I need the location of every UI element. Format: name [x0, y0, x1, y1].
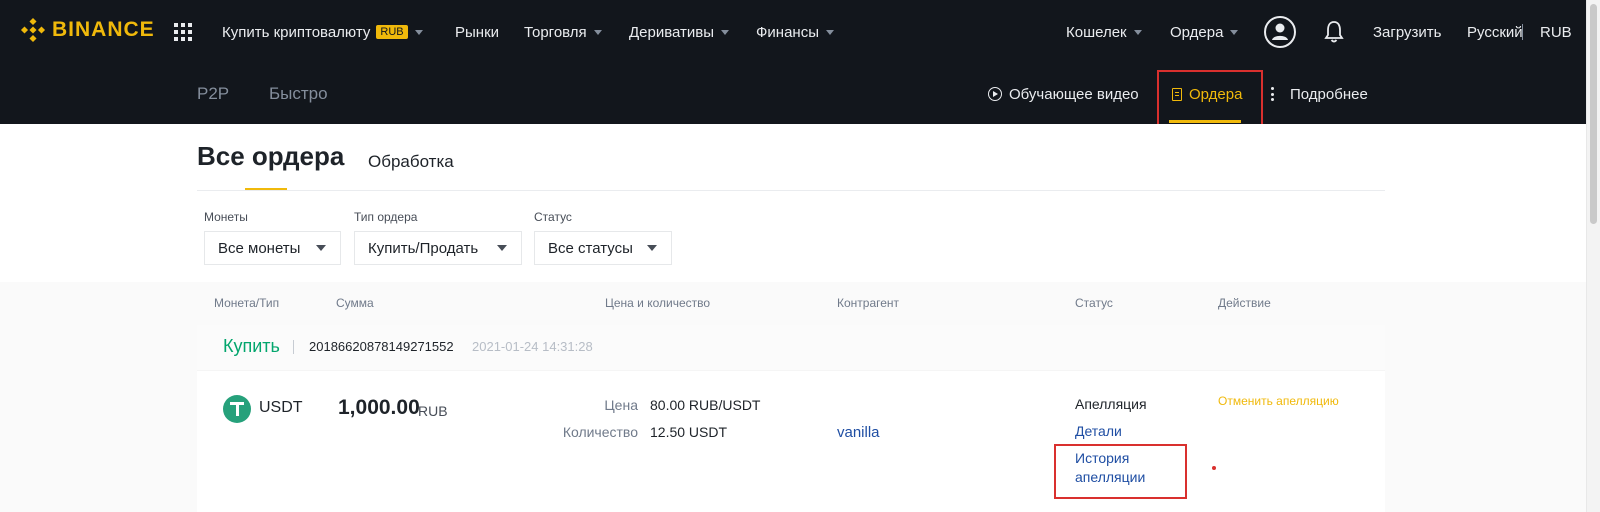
nav-wallet-label: Кошелек: [1066, 23, 1127, 41]
coins-filter-label: Монеты: [204, 210, 248, 224]
details-link[interactable]: Детали: [1075, 423, 1122, 439]
chevron-down-icon: [414, 29, 423, 35]
caret-down-icon: [497, 245, 507, 251]
chevron-down-icon: [1230, 29, 1239, 35]
chevron-down-icon: [1133, 29, 1142, 35]
column-header-action: Действие: [1218, 296, 1271, 310]
tab-processing[interactable]: Обработка: [368, 152, 454, 172]
more-menu[interactable]: Подробнее: [1270, 64, 1368, 124]
order-time: 2021-01-24 14:31:28: [472, 339, 593, 354]
rub-badge: RUB: [376, 25, 408, 39]
chevron-down-icon: [721, 29, 730, 35]
column-header-status: Статус: [1075, 296, 1113, 310]
status-select[interactable]: Все статусы: [534, 231, 672, 265]
nav-markets-label: Рынки: [455, 23, 500, 41]
order-type-filter-label: Тип ордера: [354, 210, 418, 224]
user-icon-glyph: [1272, 23, 1288, 40]
binance-logo[interactable]: BINANCE: [20, 14, 155, 46]
top-navbar: BINANCE Купить криптовалюту RUB Рынки То…: [0, 0, 1600, 64]
chevron-down-icon: [825, 29, 834, 35]
nav-language[interactable]: Русский: [1467, 0, 1523, 64]
nav-wallet[interactable]: Кошелек: [1066, 0, 1142, 64]
nav-markets[interactable]: Рынки: [455, 0, 499, 64]
marker-dot: [1212, 466, 1216, 470]
status-select-value: Все статусы: [548, 239, 633, 257]
user-icon[interactable]: [1264, 16, 1296, 48]
tutorial-video-link[interactable]: Обучающее видео: [988, 64, 1139, 124]
status-filter-label: Статус: [534, 210, 572, 224]
scrollbar-thumb[interactable]: [1590, 4, 1597, 224]
quantity-value: 12.50 USDT: [650, 424, 728, 440]
nav-orders-label: Ордера: [1170, 23, 1224, 41]
nav-derivatives-label: Деривативы: [629, 23, 715, 41]
usdt-coin-icon: [223, 395, 251, 423]
nav-buy-crypto[interactable]: Купить криптовалюту RUB: [222, 0, 423, 64]
highlight-box-appeal-history: [1054, 444, 1187, 499]
nav-language-label: Русский: [1467, 23, 1523, 41]
price-value: 80.00 RUB/USDT: [650, 397, 761, 413]
bell-icon[interactable]: [1324, 20, 1344, 44]
order-status: Апелляция: [1075, 396, 1147, 412]
nav-currency[interactable]: RUB: [1540, 0, 1572, 64]
nav-buy-crypto-label: Купить криптовалюту: [222, 23, 371, 41]
nav-download[interactable]: Загрузить: [1373, 0, 1442, 64]
cancel-appeal-button[interactable]: Отменить апелляцию: [1218, 394, 1339, 408]
nav-derivatives[interactable]: Деривативы: [629, 0, 730, 64]
column-header-coin-type: Монета/Тип: [214, 296, 280, 310]
nav-finance-label: Финансы: [756, 23, 819, 41]
coin-name: USDT: [259, 399, 303, 416]
p2p-subnav: P2P Быстро Обучающее видео Ордера Подроб…: [0, 64, 1586, 124]
caret-down-icon: [647, 245, 657, 251]
more-menu-label: Подробнее: [1290, 85, 1368, 103]
order-id[interactable]: 20186620878149271552: [309, 339, 454, 354]
price-label: Цена: [604, 397, 638, 413]
order-type-select[interactable]: Купить/Продать: [354, 231, 522, 265]
binance-logo-icon: [20, 17, 46, 43]
logo-text: BINANCE: [52, 18, 155, 41]
nav-download-label: Загрузить: [1373, 23, 1442, 41]
chevron-down-icon: [593, 29, 602, 35]
apps-grid-icon[interactable]: [174, 23, 192, 41]
divider: [197, 190, 1385, 191]
coins-select-value: Все монеты: [218, 239, 301, 257]
more-vertical-icon: [1270, 87, 1274, 101]
tab-express[interactable]: Быстро: [269, 64, 328, 124]
tab-p2p[interactable]: P2P: [197, 64, 229, 124]
divider: [1522, 24, 1523, 40]
nav-finance[interactable]: Финансы: [756, 0, 834, 64]
nav-orders[interactable]: Ордера: [1170, 0, 1239, 64]
nav-currency-label: RUB: [1540, 23, 1572, 41]
tab-express-label: Быстро: [269, 84, 328, 103]
order-amount: 1,000.00: [338, 396, 420, 419]
quantity-label: Количество: [562, 424, 638, 440]
divider: [293, 340, 294, 354]
counterparty-link[interactable]: vanilla: [837, 424, 880, 441]
column-header-amount: Сумма: [336, 296, 374, 310]
column-header-counterparty: Контрагент: [837, 296, 900, 310]
caret-down-icon: [316, 245, 326, 251]
coins-select[interactable]: Все монеты: [204, 231, 341, 265]
tab-p2p-label: P2P: [197, 84, 230, 103]
order-amount-currency: RUB: [418, 403, 448, 419]
play-icon: [988, 87, 1002, 101]
tutorial-video-label: Обучающее видео: [1009, 85, 1139, 103]
page-title[interactable]: Все ордера: [197, 141, 344, 172]
nav-trade[interactable]: Торговля: [524, 0, 602, 64]
column-header-price-qty: Цена и количество: [605, 296, 711, 310]
order-type-select-value: Купить/Продать: [368, 239, 479, 257]
order-side-label: Купить: [223, 336, 280, 356]
nav-trade-label: Торговля: [524, 23, 587, 41]
